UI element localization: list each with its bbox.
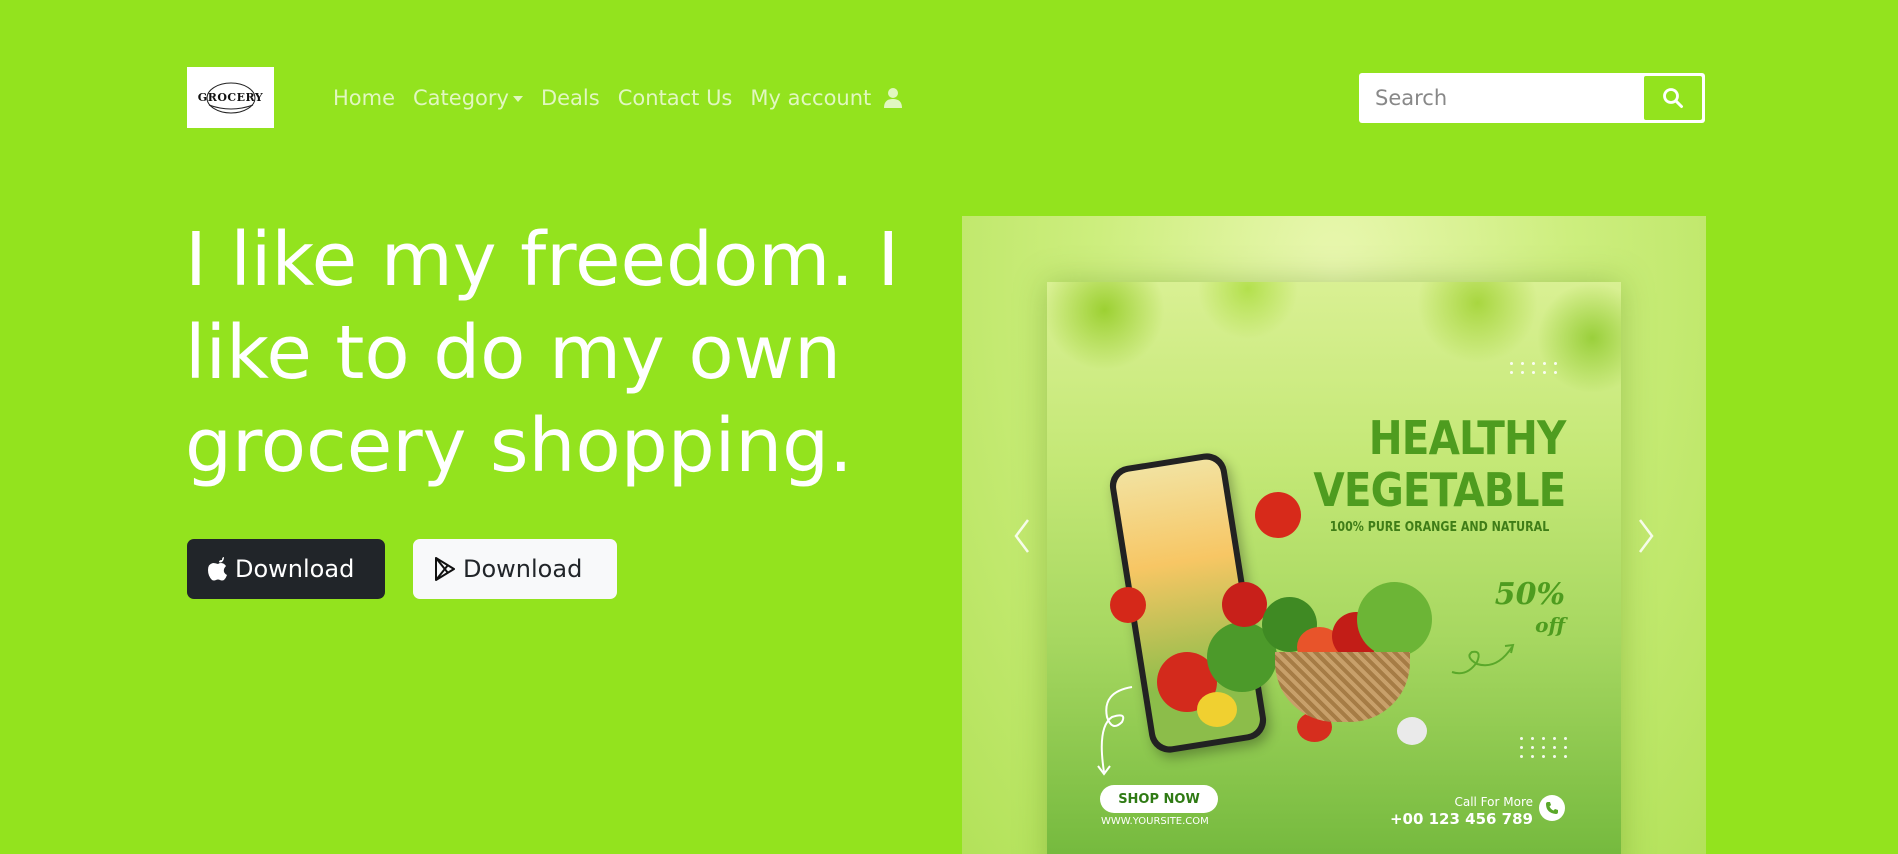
search-form <box>1359 73 1705 123</box>
nav-home-label: Home <box>333 86 396 110</box>
logo-emblem: GROCERY <box>197 79 264 117</box>
carousel-slide-image: HEALTHY VEGETABLE 100% PURE ORANGE AND N… <box>1047 282 1621 854</box>
nav-deals[interactable]: Deals <box>541 86 600 110</box>
hero-title: I like my freedom. I like to do my own g… <box>185 217 900 489</box>
caret-down-icon <box>512 96 523 102</box>
play-download-button[interactable]: Download <box>413 539 617 599</box>
small-tomato-illustration <box>1110 587 1146 623</box>
ad-heading-line2: VEGETABLE <box>1312 463 1566 517</box>
nav-home[interactable]: Home <box>333 86 395 110</box>
google-play-icon <box>435 557 455 581</box>
pepper-illustration <box>1222 582 1267 627</box>
promo-carousel: HEALTHY VEGETABLE 100% PURE ORANGE AND N… <box>962 216 1706 854</box>
basket-illustration <box>1275 652 1410 722</box>
logo-text: GROCERY <box>197 91 264 104</box>
nav-category-dropdown[interactable]: Category <box>413 86 523 110</box>
lemon-illustration <box>1197 692 1237 727</box>
ad-heading-line1: HEALTHY <box>1368 411 1565 465</box>
dots-decoration <box>1510 362 1559 374</box>
ad-subheading: 100% PURE ORANGE AND NATURAL <box>1329 520 1549 535</box>
nav-my-account[interactable]: My account <box>750 86 903 110</box>
chevron-left-icon <box>1014 519 1029 553</box>
nav-deals-label: Deals <box>540 86 600 110</box>
search-input[interactable] <box>1359 74 1637 122</box>
search-button[interactable] <box>1644 76 1702 120</box>
shop-now-button[interactable]: SHOP NOW <box>1100 785 1218 813</box>
falling-tomato-illustration <box>1255 492 1301 538</box>
chevron-right-icon <box>1639 519 1654 553</box>
ad-call-label: Call For More <box>1454 795 1533 809</box>
ad-phone-number: +00 123 456 789 <box>1389 810 1533 828</box>
ad-discount-value: 50% <box>1494 577 1565 612</box>
main-nav: Home Category Deals Contact Us My accoun… <box>333 80 903 116</box>
nav-account-label: My account <box>750 86 872 110</box>
garlic-illustration <box>1397 717 1427 745</box>
carousel-prev-button[interactable] <box>1002 506 1042 566</box>
play-download-label: Download <box>463 555 583 583</box>
apple-download-button[interactable]: Download <box>187 539 385 599</box>
cabbage-illustration <box>1357 582 1432 657</box>
nav-contact-label: Contact Us <box>617 86 733 110</box>
apple-icon <box>208 557 227 581</box>
user-icon <box>883 87 903 109</box>
ad-heading: HEALTHY VEGETABLE <box>1312 411 1566 517</box>
brand-logo[interactable]: GROCERY <box>187 67 274 128</box>
nav-category-label: Category <box>413 86 509 110</box>
dots-decoration-bottom <box>1520 737 1569 758</box>
ad-website: WWW.YOURSITE.COM <box>1101 816 1209 827</box>
ad-call: Call For More +00 123 456 789 <box>1390 794 1533 828</box>
apple-download-label: Download <box>235 555 355 583</box>
carousel-next-button[interactable] <box>1626 506 1666 566</box>
leaves-decoration <box>1047 282 1621 422</box>
search-icon <box>1663 88 1683 108</box>
ad-discount: 50% off <box>1495 580 1565 640</box>
phone-icon <box>1539 795 1565 821</box>
curly-arrow-icon <box>1451 643 1515 675</box>
swirl-arrow-icon <box>1097 686 1133 776</box>
nav-contact-us[interactable]: Contact Us <box>618 86 733 110</box>
